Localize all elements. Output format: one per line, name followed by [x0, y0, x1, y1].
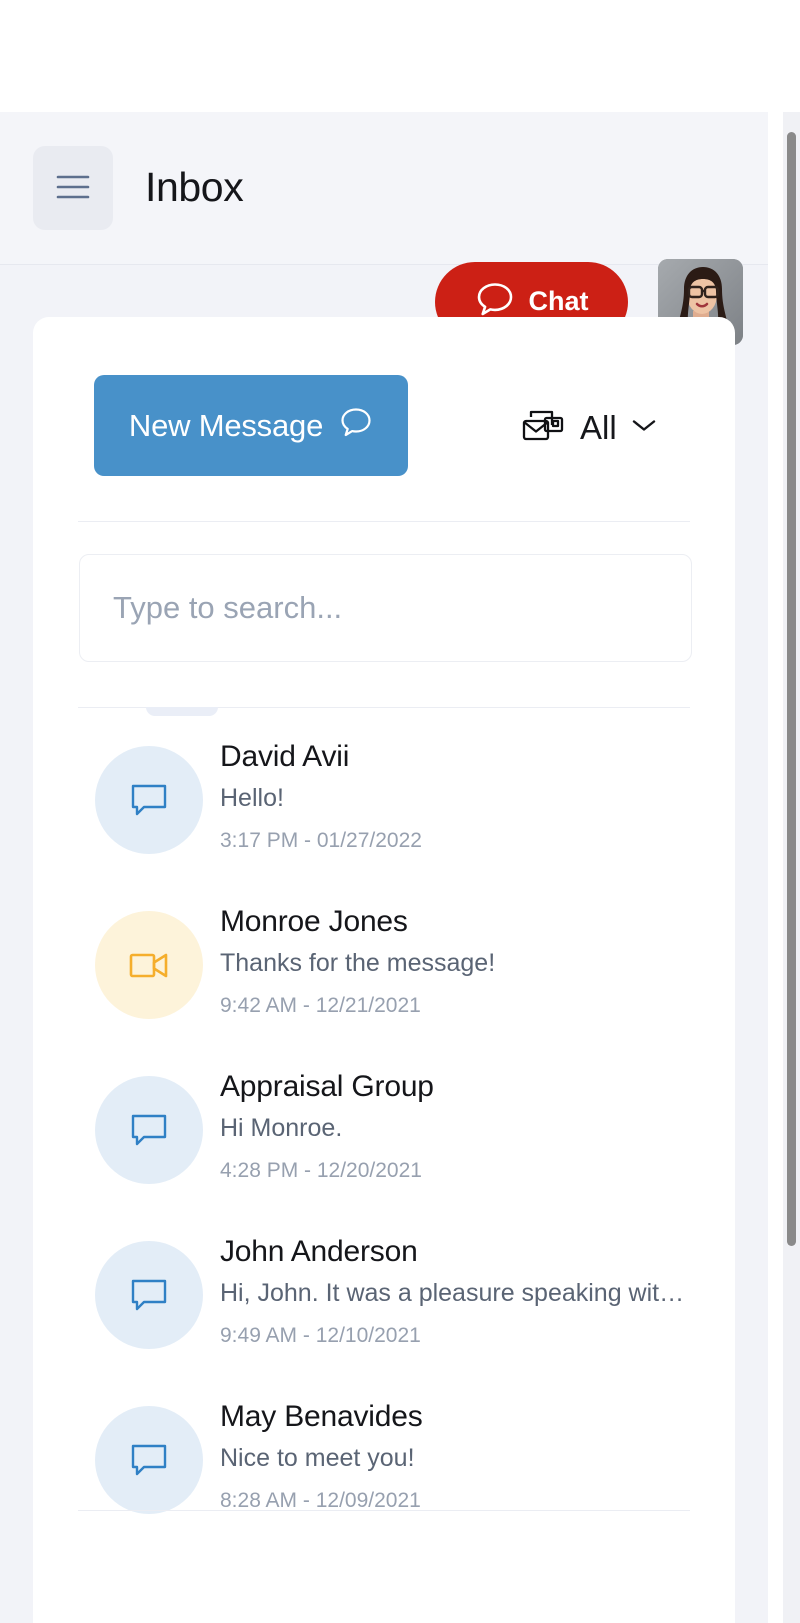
list-item-name: Appraisal Group	[220, 1070, 434, 1103]
app-header: Inbox Chat	[0, 112, 768, 345]
list-scroll-notch	[146, 707, 218, 716]
list-item-preview: Hi Monroe.	[220, 1114, 343, 1142]
list-item-body: John Anderson Hi, John. It was a pleasur…	[220, 1232, 690, 1357]
chevron-down-icon	[631, 417, 657, 438]
list-item-time: 8:28 AM - 12/09/2021	[220, 1489, 421, 1512]
message-list: David Avii Hello! 3:17 PM - 01/27/2022 M…	[33, 717, 735, 1542]
list-item[interactable]: May Benavides Nice to meet you! 8:28 AM …	[33, 1377, 735, 1542]
speech-bubble-icon	[339, 405, 373, 447]
chat-button-label: Chat	[528, 285, 589, 316]
hamburger-menu-icon	[56, 174, 90, 203]
vertical-scrollbar[interactable]	[783, 112, 800, 1623]
mail-stack-icon	[520, 405, 566, 450]
filter-dropdown[interactable]: All	[520, 405, 657, 449]
list-item-body: Appraisal Group Hi Monroe. 4:28 PM - 12/…	[220, 1067, 690, 1192]
list-item-name: May Benavides	[220, 1400, 423, 1433]
hamburger-menu-button[interactable]	[33, 146, 113, 230]
list-item-time: 9:42 AM - 12/21/2021	[220, 994, 421, 1017]
list-item-name: Monroe Jones	[220, 905, 408, 938]
video-camera-icon	[95, 910, 203, 1019]
message-bubble-icon	[95, 1240, 203, 1349]
list-item-time: 9:49 AM - 12/10/2021	[220, 1324, 421, 1347]
search-field[interactable]	[79, 554, 692, 662]
message-bubble-icon	[95, 745, 203, 854]
list-item-preview: Thanks for the message!	[220, 949, 496, 977]
list-item-name: David Avii	[220, 740, 350, 773]
page-title: Inbox	[145, 164, 244, 210]
list-item[interactable]: Monroe Jones Thanks for the message! 9:4…	[33, 882, 735, 1047]
list-item-body: May Benavides Nice to meet you! 8:28 AM …	[220, 1397, 690, 1522]
list-item-preview: Hello!	[220, 784, 284, 812]
top-spacer	[0, 0, 800, 112]
message-bubble-icon	[95, 1075, 203, 1184]
list-item-time: 3:17 PM - 01/27/2022	[220, 829, 422, 852]
list-item-preview: Nice to meet you!	[220, 1444, 415, 1472]
list-item-body: Monroe Jones Thanks for the message! 9:4…	[220, 902, 690, 1027]
new-message-label: New Message	[128, 408, 324, 443]
list-item-name: John Anderson	[220, 1235, 418, 1268]
inbox-screen: Inbox Chat New Message All Type to searc…	[0, 0, 800, 1623]
list-item-preview: Hi, John. It was a pleasure speaking wit…	[220, 1279, 690, 1307]
list-item[interactable]: David Avii Hello! 3:17 PM - 01/27/2022	[33, 717, 735, 882]
divider-list-bottom	[78, 1510, 690, 1511]
filter-label: All	[580, 408, 617, 446]
list-item[interactable]: Appraisal Group Hi Monroe. 4:28 PM - 12/…	[33, 1047, 735, 1212]
search-input[interactable]	[80, 555, 691, 661]
list-item-body: David Avii Hello! 3:17 PM - 01/27/2022	[220, 737, 690, 862]
list-item[interactable]: John Anderson Hi, John. It was a pleasur…	[33, 1212, 735, 1377]
message-bubble-icon	[95, 1405, 203, 1514]
divider-top	[78, 521, 690, 522]
inbox-card: New Message All Type to search... David …	[33, 317, 735, 1623]
list-item-time: 4:28 PM - 12/20/2021	[220, 1159, 422, 1182]
scrollbar-thumb[interactable]	[787, 132, 796, 1246]
new-message-button[interactable]: New Message	[94, 375, 408, 476]
